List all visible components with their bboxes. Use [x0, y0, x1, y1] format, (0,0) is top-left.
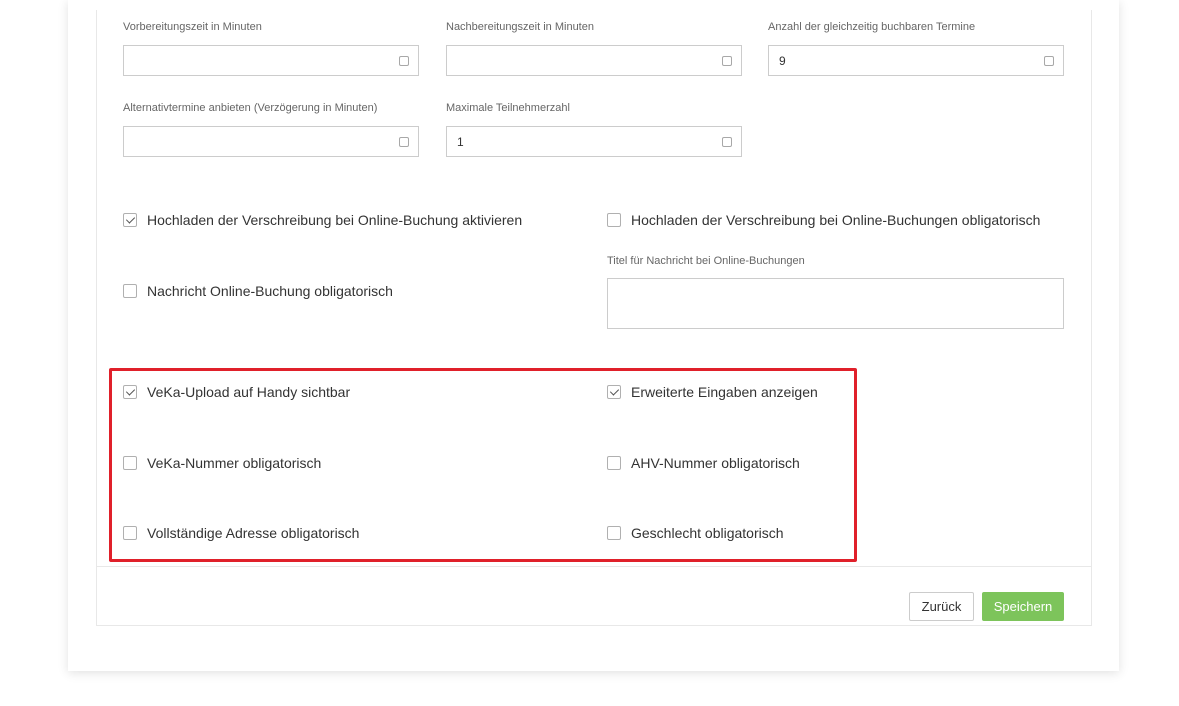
- extended-inputs-option[interactable]: Erweiterte Eingaben anzeigen: [607, 383, 818, 401]
- ahv-number-required-option[interactable]: AHV-Nummer obligatorisch: [607, 454, 800, 472]
- message-title-textarea[interactable]: [607, 278, 1064, 329]
- gender-required-option[interactable]: Geschlecht obligatorisch: [607, 524, 784, 542]
- message-required-checkbox[interactable]: [123, 284, 137, 298]
- save-button[interactable]: Speichern: [982, 592, 1064, 621]
- upload-prescription-option[interactable]: Hochladen der Verschreibung bei Online-B…: [123, 211, 522, 229]
- max-participants-input[interactable]: 1: [446, 126, 742, 157]
- upload-prescription-checkbox[interactable]: [123, 213, 137, 227]
- spinner-icon[interactable]: [399, 137, 409, 147]
- veka-number-required-label: VeKa-Nummer obligatorisch: [147, 455, 322, 471]
- back-button[interactable]: Zurück: [909, 592, 974, 621]
- max-participants-label: Maximale Teilnehmerzahl: [446, 102, 570, 114]
- upload-prescription-required-checkbox[interactable]: [607, 213, 621, 227]
- ahv-number-required-checkbox[interactable]: [607, 456, 621, 470]
- message-required-option[interactable]: Nachricht Online-Buchung obligatorisch: [123, 282, 393, 300]
- prep-time-label: Vorbereitungszeit in Minuten: [123, 21, 262, 33]
- spinner-icon[interactable]: [722, 137, 732, 147]
- veka-number-required-checkbox[interactable]: [123, 456, 137, 470]
- alt-appointments-input[interactable]: [123, 126, 419, 157]
- concurrent-bookings-input[interactable]: 9: [768, 45, 1064, 76]
- spinner-icon[interactable]: [1044, 56, 1054, 66]
- gender-required-label: Geschlecht obligatorisch: [631, 525, 784, 541]
- extended-inputs-label: Erweiterte Eingaben anzeigen: [631, 384, 818, 400]
- upload-prescription-required-option[interactable]: Hochladen der Verschreibung bei Online-B…: [607, 211, 1040, 229]
- concurrent-bookings-label: Anzahl der gleichzeitig buchbaren Termin…: [768, 21, 976, 33]
- message-required-label: Nachricht Online-Buchung obligatorisch: [147, 283, 393, 299]
- upload-prescription-required-label: Hochladen der Verschreibung bei Online-B…: [631, 212, 1041, 228]
- post-time-label: Nachbereitungszeit in Minuten: [446, 21, 594, 33]
- prep-time-input[interactable]: [123, 45, 419, 76]
- extended-inputs-checkbox[interactable]: [607, 385, 621, 399]
- full-address-required-checkbox[interactable]: [123, 526, 137, 540]
- veka-number-required-option[interactable]: VeKa-Nummer obligatorisch: [123, 454, 321, 472]
- post-time-input[interactable]: [446, 45, 742, 76]
- alt-appointments-label: Alternativtermine anbieten (Verzögerung …: [123, 102, 378, 114]
- full-address-required-option[interactable]: Vollständige Adresse obligatorisch: [123, 524, 359, 542]
- upload-prescription-label: Hochladen der Verschreibung bei Online-B…: [147, 212, 523, 228]
- veka-upload-visible-checkbox[interactable]: [123, 385, 137, 399]
- gender-required-checkbox[interactable]: [607, 526, 621, 540]
- message-title-label: Titel für Nachricht bei Online-Buchungen: [607, 255, 805, 267]
- full-address-required-label: Vollständige Adresse obligatorisch: [147, 525, 360, 541]
- veka-upload-visible-label: VeKa-Upload auf Handy sichtbar: [147, 384, 351, 400]
- footer-divider: [96, 566, 1092, 567]
- spinner-icon[interactable]: [722, 56, 732, 66]
- spinner-icon[interactable]: [399, 56, 409, 66]
- veka-upload-visible-option[interactable]: VeKa-Upload auf Handy sichtbar: [123, 383, 350, 401]
- max-participants-value: 1: [457, 135, 464, 149]
- ahv-number-required-label: AHV-Nummer obligatorisch: [631, 455, 800, 471]
- concurrent-bookings-value: 9: [779, 54, 786, 68]
